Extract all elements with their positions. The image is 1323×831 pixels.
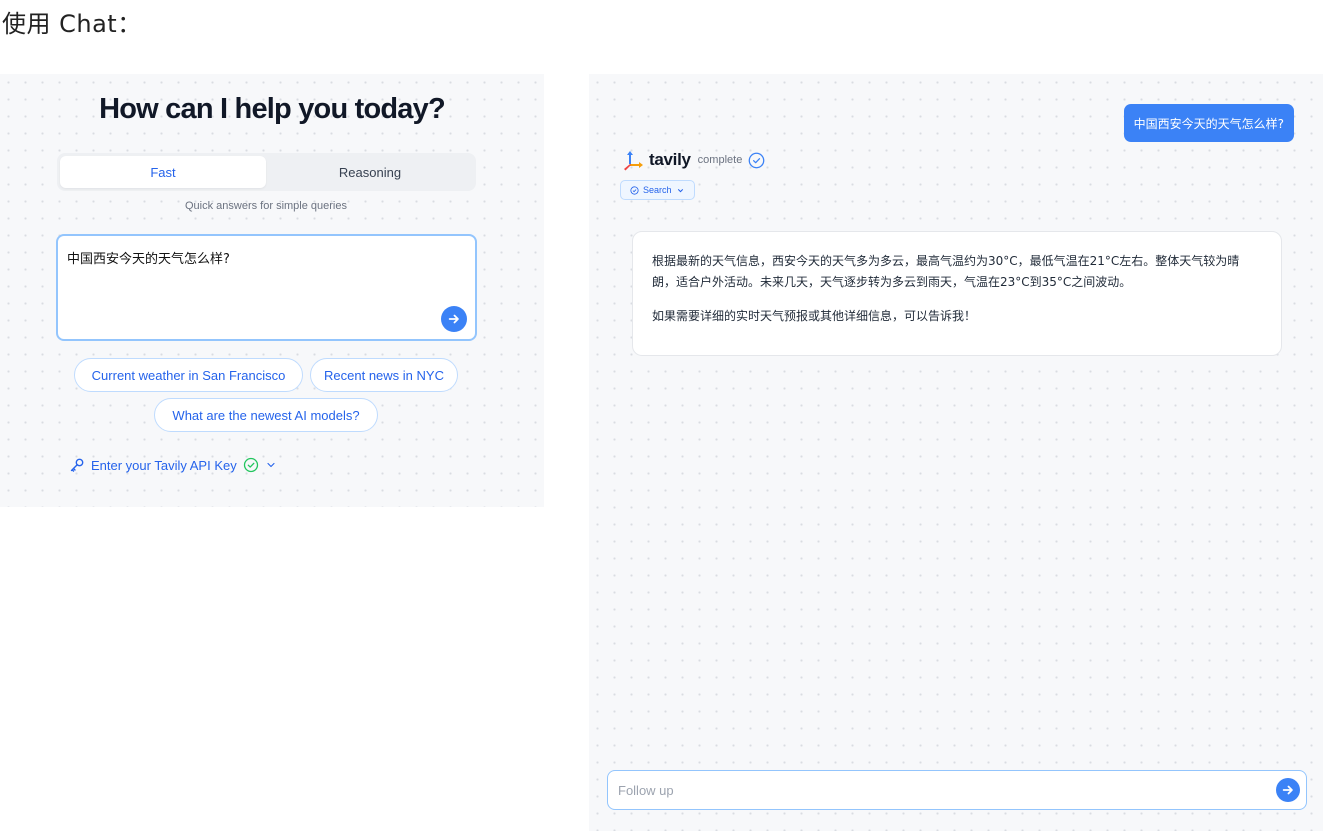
chevron-down-icon [267, 462, 275, 468]
search-pill-label: Search [643, 185, 672, 195]
chevron-down-icon [677, 188, 683, 192]
arrow-right-icon [448, 314, 459, 324]
api-key-label: Enter your Tavily API Key [91, 457, 237, 473]
send-button[interactable] [441, 306, 467, 332]
followup-box [607, 770, 1307, 810]
query-input-box[interactable]: 中国西安今天的天气怎么样? [56, 234, 477, 341]
fast-mode-button[interactable]: Fast [60, 156, 266, 188]
followup-input[interactable] [618, 771, 1258, 809]
search-steps-toggle[interactable]: Search [620, 180, 695, 200]
welcome-title: How can I help you today? [99, 93, 446, 125]
agent-name: tavily [649, 150, 691, 169]
suggestion-chip[interactable]: Recent news in NYC [310, 358, 458, 392]
arrow-right-icon [1282, 785, 1293, 795]
check-circle-icon [243, 457, 258, 473]
assistant-answer-card: 根据最新的天气信息，西安今天的天气多为多云，最高气温约为30°C，最低气温在21… [632, 231, 1282, 356]
followup-send-button[interactable] [1276, 778, 1300, 802]
reasoning-mode-button[interactable]: Reasoning [267, 156, 473, 188]
tavily-logo-icon [624, 151, 643, 171]
check-circle-icon [630, 185, 639, 195]
mode-toggle: Fast Reasoning [57, 153, 476, 191]
agent-status: complete [697, 154, 743, 166]
mode-description: Quick answers for simple queries [184, 200, 347, 212]
key-icon [70, 458, 84, 472]
answer-paragraph: 根据最新的天气信息，西安今天的天气多为多云，最高气温约为30°C，最低气温在21… [652, 254, 1240, 289]
page-heading: 使用 Chat： [2, 10, 142, 38]
agent-header: tavily complete [621, 148, 765, 172]
query-text[interactable]: 中国西安今天的天气怎么样? [67, 248, 230, 267]
suggestion-chip[interactable]: What are the newest AI models? [154, 398, 378, 432]
answer-paragraph: 如果需要详细的实时天气预报或其他详细信息，可以告诉我！ [652, 309, 977, 323]
chat-conversation-panel: 中国西安今天的天气怎么样? tavily complete Search 根据最… [589, 74, 1323, 831]
check-circle-icon [748, 152, 765, 168]
api-key-toggle[interactable]: Enter your Tavily API Key [69, 457, 277, 473]
user-message-bubble: 中国西安今天的天气怎么样? [1123, 104, 1294, 142]
chat-start-panel: How can I help you today? Fast Reasoning… [0, 74, 544, 507]
suggestion-chip[interactable]: Current weather in San Francisco [74, 358, 303, 392]
